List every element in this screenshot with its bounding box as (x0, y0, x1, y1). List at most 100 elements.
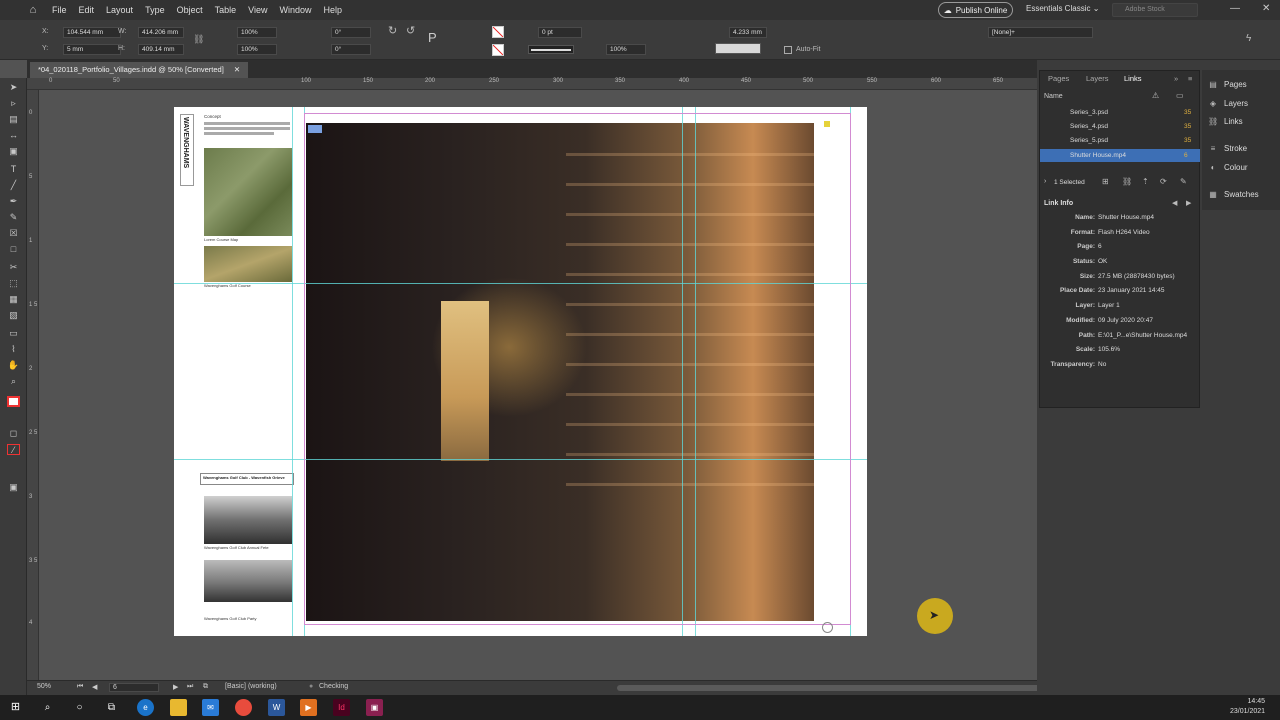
free-transform-tool-icon[interactable]: ⬚ (7, 278, 20, 289)
hand-tool-icon[interactable]: ✋ (7, 360, 20, 371)
dock-item-colour[interactable]: ◐ Colour (1208, 163, 1248, 172)
content-collector-icon[interactable]: ▣ (7, 146, 20, 157)
club-caption-frame[interactable]: Wavenghams Golf Club - Wavenfish Grieve (200, 473, 294, 485)
horizontal-ruler[interactable]: 0 50 100 150 200 250 300 350 400 450 500… (27, 78, 1037, 90)
horizontal-scrollbar[interactable] (617, 685, 1047, 691)
update-link-icon[interactable]: ⟳ (1160, 177, 1167, 186)
first-page-icon[interactable]: ⏮ (77, 683, 83, 691)
lightning-icon[interactable]: ϟ (1246, 33, 1251, 44)
preflight-status[interactable]: Checking (319, 683, 348, 690)
tab-links[interactable]: Links (1124, 74, 1142, 83)
document-page[interactable]: WAVENGHAMS Concept Lorem Course Map Wave… (174, 107, 867, 636)
document-tab[interactable]: *04_020118_Portfolio_Villages.indd @ 50%… (30, 62, 249, 78)
screen-mode-icon[interactable]: ▣ (7, 482, 20, 493)
file-explorer-icon[interactable] (170, 699, 187, 716)
link-row[interactable]: Series_4.psd 35 (1040, 120, 1200, 133)
stroke-none-swatch[interactable] (492, 44, 504, 56)
close-icon[interactable]: ✕ (1262, 3, 1270, 14)
home-icon[interactable]: ⌂ (20, 0, 46, 20)
system-clock[interactable]: 14:45 23/01/2021 (1230, 697, 1265, 717)
stroke-weight-field[interactable]: 0 pt (538, 27, 582, 38)
scissors-tool-icon[interactable]: ✂ (7, 262, 20, 273)
relink-icon[interactable]: ⛓ (1122, 177, 1132, 186)
pen-tool-icon[interactable]: ✒ (7, 196, 20, 207)
preflight-profile[interactable]: [Basic] (working) (225, 683, 277, 690)
formatting-affects-container-icon[interactable]: ◻ (7, 428, 20, 439)
next-page-icon[interactable]: ▶ (173, 683, 178, 691)
line-tool-icon[interactable]: ╱ (7, 180, 20, 191)
menu-edit[interactable]: Edit (73, 0, 101, 20)
dock-item-links[interactable]: ⛓ Links (1208, 117, 1243, 126)
shear-field[interactable]: 0° (331, 44, 371, 55)
rectangle-tool-icon[interactable]: □ (7, 244, 20, 255)
page-field[interactable]: 6 (109, 683, 159, 692)
course-photo-image[interactable] (204, 246, 292, 282)
eyedropper-tool-icon[interactable]: ⌇ (7, 344, 20, 355)
link-row-selected[interactable]: Shutter House.mp4 6 (1040, 149, 1200, 162)
go-to-link-icon[interactable]: ⇡ (1142, 177, 1149, 186)
menu-layout[interactable]: Layout (100, 0, 139, 20)
menu-file[interactable]: File (46, 0, 73, 20)
adobe-stock-search-input[interactable]: Adobe Stock (1112, 3, 1198, 17)
vertical-title-frame[interactable]: WAVENGHAMS (180, 114, 194, 186)
rotate-counterclockwise-icon[interactable]: ↺ (406, 24, 415, 37)
fete-photo-image[interactable] (204, 560, 292, 602)
page-tool-icon[interactable]: ▤ (7, 114, 20, 125)
w-field[interactable]: 414.206 mm (138, 27, 184, 38)
selection-tool-icon[interactable]: ➤ (7, 82, 20, 93)
constrain-proportions-icon[interactable]: ⛓ (193, 34, 204, 45)
x-field[interactable]: 104.544 mm (63, 27, 121, 38)
direct-selection-tool-icon[interactable]: ▹ (7, 98, 20, 109)
pencil-tool-icon[interactable]: ✎ (7, 212, 20, 223)
word-icon[interactable]: W (268, 699, 285, 716)
gradient-feather-tool-icon[interactable]: ▧ (7, 310, 20, 321)
next-link-icon[interactable]: ▶ (1186, 199, 1191, 207)
close-tab-icon[interactable]: ✕ (234, 65, 240, 74)
rectangle-frame-tool-icon[interactable]: ☒ (7, 228, 20, 239)
vertical-ruler[interactable]: 0 5 1 1 5 2 2 5 3 3 5 4 (27, 90, 39, 680)
chrome-icon[interactable] (235, 699, 252, 716)
scale-x-field[interactable]: 100% (237, 27, 277, 38)
zoom-tool-icon[interactable]: ⌕ (7, 376, 20, 387)
text-path-icon[interactable]: P (428, 30, 437, 45)
menu-type[interactable]: Type (139, 0, 171, 20)
menu-object[interactable]: Object (171, 0, 209, 20)
pasteboard[interactable]: WAVENGHAMS Concept Lorem Course Map Wave… (39, 90, 1037, 680)
edge-icon[interactable]: e (137, 699, 154, 716)
rotate-clockwise-icon[interactable]: ↻ (388, 24, 397, 37)
name-column-header[interactable]: Name (1044, 93, 1063, 100)
stroke-type-select[interactable] (528, 45, 574, 54)
rotate-field[interactable]: 0° (331, 27, 371, 38)
y-field[interactable]: 5 mm (63, 44, 121, 55)
object-style-select[interactable]: [None]+ (988, 27, 1093, 38)
previous-page-icon[interactable]: ◀ (92, 683, 97, 691)
task-view-icon[interactable]: ⧉ (103, 699, 120, 716)
dock-item-swatches[interactable]: ▦ Swatches (1208, 190, 1258, 199)
h-field[interactable]: 409.14 mm (138, 44, 184, 55)
scale-y-field[interactable]: 100% (237, 44, 277, 55)
fill-stroke-swatch[interactable] (7, 396, 20, 407)
menu-table[interactable]: Table (209, 0, 243, 20)
link-row[interactable]: Series_3.psd 35 (1040, 106, 1200, 119)
rotate-handle-icon[interactable] (822, 622, 833, 633)
apply-none-icon[interactable]: ⁄ (7, 444, 20, 455)
publish-online-button[interactable]: ☁ Publish Online (938, 2, 1013, 18)
mail-icon[interactable]: ✉ (202, 699, 219, 716)
search-icon[interactable]: ⌕ (39, 699, 56, 716)
collapse-panel-icon[interactable]: » (1174, 74, 1178, 83)
link-row[interactable]: Series_5.psd 35 (1040, 134, 1200, 147)
aerial-map-image[interactable] (204, 148, 292, 236)
gradient-swatch-tool-icon[interactable]: ▦ (7, 294, 20, 305)
vertical-guide[interactable] (292, 107, 293, 636)
show-hide-info-icon[interactable]: ⊞ (1102, 177, 1109, 186)
windows-start-icon[interactable]: ⊞ (7, 699, 24, 716)
club-photo-image[interactable] (204, 496, 292, 544)
previous-link-icon[interactable]: ◀ (1172, 199, 1177, 207)
frame-handle[interactable] (824, 121, 830, 127)
menu-view[interactable]: View (242, 0, 273, 20)
disclosure-icon[interactable]: › (1044, 178, 1046, 185)
open-new-window-icon[interactable]: ⧉ (203, 683, 208, 691)
media-player-icon[interactable]: ▶ (300, 699, 317, 716)
indesign-icon[interactable]: Id (333, 699, 350, 716)
dock-item-pages[interactable]: ▤ Pages (1208, 80, 1246, 89)
